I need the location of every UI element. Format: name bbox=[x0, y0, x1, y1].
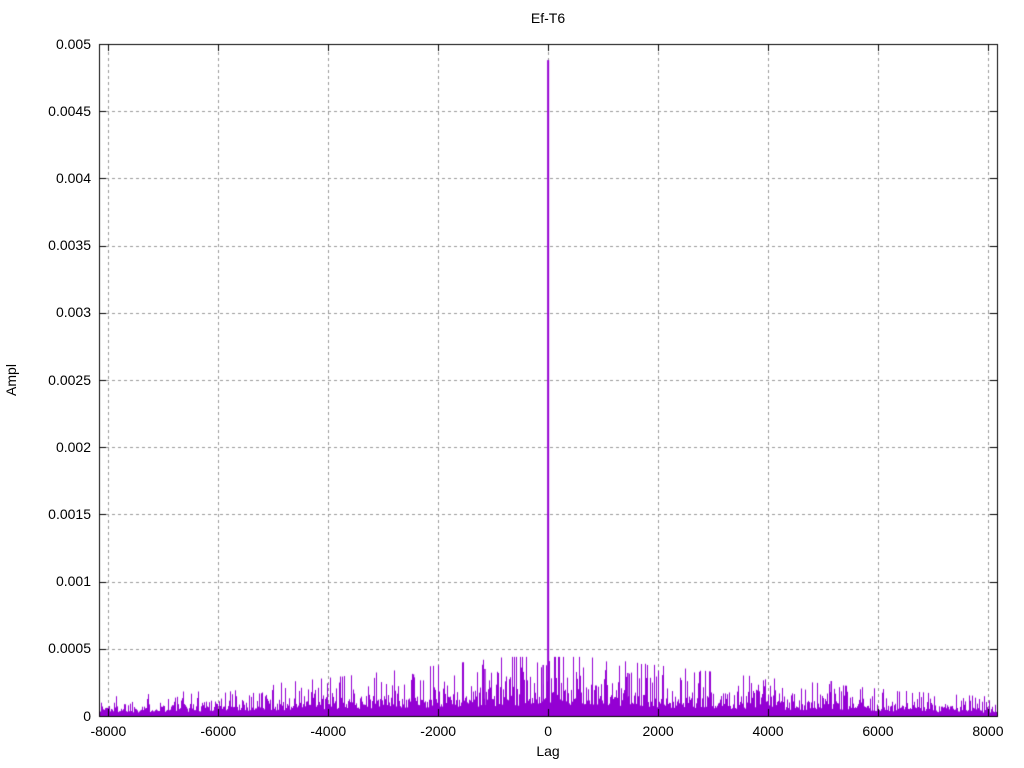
x-axis-label: Lag bbox=[99, 743, 997, 760]
y-axis-label: Ampl bbox=[2, 330, 20, 430]
plot-area bbox=[0, 0, 1024, 768]
chart-title: Ef-T6 bbox=[99, 10, 997, 27]
gnuplot-chart-window: Ef-T6 Ampl Lag 00.00050.0010.00150.0020.… bbox=[0, 0, 1024, 768]
